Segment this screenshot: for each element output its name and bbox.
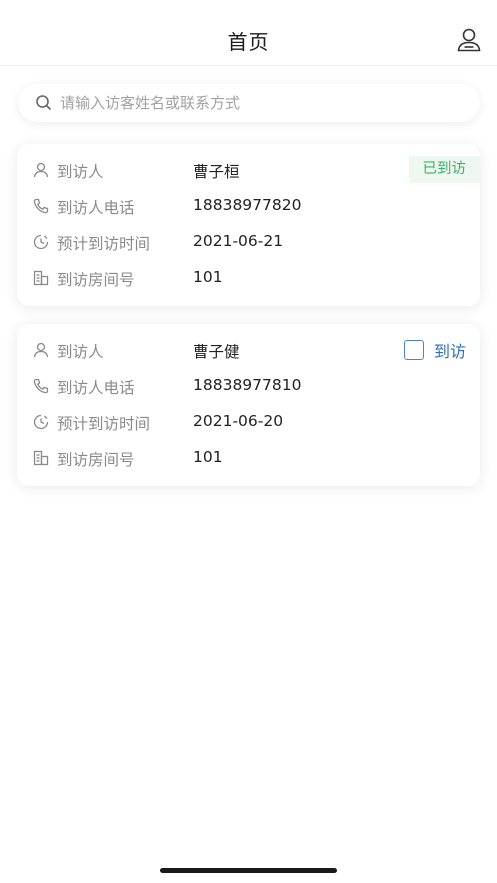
page-title: 首页 bbox=[227, 30, 270, 54]
visitor-phone: 18838977810 bbox=[193, 376, 302, 394]
home-indicator[interactable] bbox=[160, 868, 337, 873]
time-label: 预计到访时间 bbox=[57, 235, 151, 253]
visitor-name: 曹子桓 bbox=[193, 163, 240, 181]
visitor-label: 到访人 bbox=[57, 163, 104, 181]
visit-date: 2021-06-20 bbox=[193, 412, 284, 430]
room-row: 到访房间号 101 bbox=[17, 440, 480, 476]
clock-icon bbox=[33, 414, 49, 430]
room-label: 到访房间号 bbox=[57, 451, 135, 469]
time-row: 预计到访时间 2021-06-21 bbox=[17, 224, 480, 260]
phone-icon bbox=[33, 198, 49, 214]
building-icon bbox=[33, 270, 49, 286]
building-icon bbox=[33, 450, 49, 466]
room-row: 到访房间号 101 bbox=[17, 260, 480, 296]
phone-label: 到访人电话 bbox=[57, 199, 135, 217]
visit-date: 2021-06-21 bbox=[193, 232, 284, 250]
phone-icon bbox=[33, 378, 49, 394]
top-bar: 首页 bbox=[0, 0, 497, 66]
user-profile-icon[interactable] bbox=[455, 26, 483, 54]
time-label: 预计到访时间 bbox=[57, 415, 151, 433]
person-icon bbox=[33, 342, 49, 358]
room-label: 到访房间号 bbox=[57, 271, 135, 289]
room-number: 101 bbox=[193, 268, 223, 286]
search-input[interactable] bbox=[60, 84, 460, 122]
room-number: 101 bbox=[193, 448, 223, 466]
time-row: 预计到访时间 2021-06-20 bbox=[17, 404, 480, 440]
search-bar[interactable] bbox=[18, 84, 480, 122]
visitor-row: 到访人 曹子桓 bbox=[17, 152, 480, 188]
phone-row: 到访人电话 18838977820 bbox=[17, 188, 480, 224]
visitor-label: 到访人 bbox=[57, 343, 104, 361]
visit-card: 已到访 到访人 曹子桓 到访人电话 18838977820 预计到访时间 202… bbox=[17, 144, 480, 306]
person-icon bbox=[33, 162, 49, 178]
visitor-phone: 18838977820 bbox=[193, 196, 302, 214]
phone-row: 到访人电话 18838977810 bbox=[17, 368, 480, 404]
phone-label: 到访人电话 bbox=[57, 379, 135, 397]
clock-icon bbox=[33, 234, 49, 250]
visit-card: 到访 到访人 曹子健 到访人电话 18838977810 预计到访时间 2021… bbox=[17, 324, 480, 486]
visitor-name: 曹子健 bbox=[193, 343, 240, 361]
search-icon bbox=[36, 95, 52, 111]
visitor-row: 到访人 曹子健 bbox=[17, 332, 480, 368]
